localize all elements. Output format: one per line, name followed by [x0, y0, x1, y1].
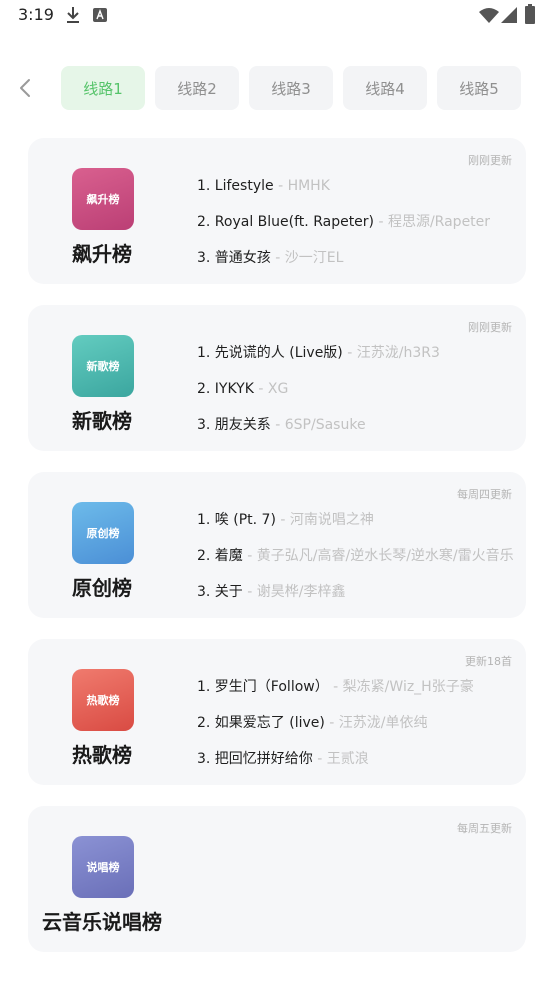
song-title: 1. 唉 (Pt. 7): [197, 512, 276, 528]
song-item[interactable]: 1. Lifestyle - HMHK: [197, 176, 527, 196]
battery-icon: [525, 4, 535, 28]
song-artist: - 河南说唱之神: [275, 512, 374, 528]
song-artist: - 汪苏泷/h3R3: [342, 345, 440, 361]
song-item[interactable]: 2. 着魔 - 黄子弘凡/高睿/逆水长琴/逆水寒/雷火音乐: [197, 546, 527, 566]
update-badge: 更新18首: [465, 655, 512, 668]
song-item[interactable]: 2. Royal Blue(ft. Rapeter) - 程思源/Rapeter: [197, 212, 527, 232]
chart-cover[interactable]: 原创榜: [72, 502, 134, 564]
song-artist: - XG: [253, 381, 289, 397]
cover-label: 飙升榜: [86, 193, 120, 206]
song-item[interactable]: 2. 如果爱忘了 (live) - 汪苏泷/单依纯: [197, 713, 527, 733]
chart-title: 热歌榜: [72, 743, 132, 767]
update-badge: 每周四更新: [457, 488, 512, 501]
status-bar: 3:19: [0, 0, 554, 30]
song-item[interactable]: 1. 罗生门（Follow） - 梨冻紧/Wiz_H张子豪: [197, 677, 527, 697]
song-artist: - 6SP/Sasuke: [270, 417, 366, 433]
song-artist: - 王贰浪: [312, 751, 369, 767]
song-title: 1. 罗生门（Follow）: [197, 679, 329, 695]
tab-route-2[interactable]: 线路2: [155, 66, 239, 110]
chart-card-original[interactable]: 每周四更新 原创榜 原创榜 1. 唉 (Pt. 7) - 河南说唱之神 2. 着…: [28, 472, 526, 618]
song-artist: - 程思源/Rapeter: [374, 214, 491, 230]
chart-card-soaring[interactable]: 刚刚更新 飙升榜 飙升榜 1. Lifestyle - HMHK 2. Roya…: [28, 138, 526, 284]
song-artist: - 汪苏泷/单依纯: [324, 715, 428, 731]
back-arrow-icon[interactable]: [14, 76, 38, 100]
update-badge: 每周五更新: [457, 822, 512, 835]
signal-icon: [501, 7, 517, 27]
song-title: 2. IYKYK: [197, 381, 254, 397]
tab-route-5[interactable]: 线路5: [437, 66, 521, 110]
song-item[interactable]: 1. 先说谎的人 (Live版) - 汪苏泷/h3R3: [197, 343, 527, 363]
update-badge: 刚刚更新: [468, 154, 512, 167]
song-artist: - 谢昊桦/李梓鑫: [242, 584, 346, 600]
song-title: 3. 把回忆拼好给你: [197, 751, 313, 767]
tab-route-4[interactable]: 线路4: [343, 66, 427, 110]
song-item[interactable]: 2. IYKYK - XG: [197, 379, 527, 399]
song-list: 1. 罗生门（Follow） - 梨冻紧/Wiz_H张子豪 2. 如果爱忘了 (…: [197, 677, 527, 785]
song-artist: - 梨冻紧/Wiz_H张子豪: [328, 679, 474, 695]
app-notification-icon: [93, 7, 107, 26]
song-title: 3. 普通女孩: [197, 250, 271, 266]
song-item[interactable]: 1. 唉 (Pt. 7) - 河南说唱之神: [197, 510, 527, 530]
cover-label: 说唱榜: [86, 861, 120, 874]
cover-label: 原创榜: [86, 527, 120, 540]
song-title: 3. 关于: [197, 584, 243, 600]
download-icon: [65, 6, 81, 28]
chart-title: 新歌榜: [72, 409, 132, 433]
tab-route-1[interactable]: 线路1: [61, 66, 145, 110]
song-title: 2. 如果爱忘了 (live): [197, 715, 325, 731]
song-list: 1. Lifestyle - HMHK 2. Royal Blue(ft. Ra…: [197, 176, 527, 284]
song-item[interactable]: 3. 把回忆拼好给你 - 王贰浪: [197, 749, 527, 769]
song-title: 1. 先说谎的人 (Live版): [197, 345, 343, 361]
song-item[interactable]: 3. 关于 - 谢昊桦/李梓鑫: [197, 582, 527, 602]
chart-cover[interactable]: 新歌榜: [72, 335, 134, 397]
song-title: 1. Lifestyle: [197, 178, 274, 194]
chart-title: 飙升榜: [72, 242, 132, 266]
song-title: 2. Royal Blue(ft. Rapeter): [197, 214, 375, 230]
update-badge: 刚刚更新: [468, 321, 512, 334]
tab-route-3[interactable]: 线路3: [249, 66, 333, 110]
cover-label: 热歌榜: [86, 694, 120, 707]
chart-cover[interactable]: 说唱榜: [72, 836, 134, 898]
chart-cover[interactable]: 飙升榜: [72, 168, 134, 230]
chart-cover[interactable]: 热歌榜: [72, 669, 134, 731]
song-artist: - HMHK: [273, 178, 330, 194]
status-time: 3:19: [18, 5, 54, 24]
song-item[interactable]: 3. 朋友关系 - 6SP/Sasuke: [197, 415, 527, 435]
song-list: 1. 先说谎的人 (Live版) - 汪苏泷/h3R3 2. IYKYK - X…: [197, 343, 527, 451]
chart-card-hot-songs[interactable]: 更新18首 热歌榜 热歌榜 1. 罗生门（Follow） - 梨冻紧/Wiz_H…: [28, 639, 526, 785]
wifi-icon: [479, 7, 499, 27]
song-artist: - 沙一汀EL: [270, 250, 344, 266]
chart-card-rap[interactable]: 每周五更新 说唱榜 云音乐说唱榜: [28, 806, 526, 952]
chart-title: 云音乐说唱榜: [42, 910, 162, 934]
song-title: 2. 着魔: [197, 548, 243, 564]
song-item[interactable]: 3. 普通女孩 - 沙一汀EL: [197, 248, 527, 268]
route-tabs: 线路1 线路2 线路3 线路4 线路5: [0, 66, 554, 110]
chart-card-new-songs[interactable]: 刚刚更新 新歌榜 新歌榜 1. 先说谎的人 (Live版) - 汪苏泷/h3R3…: [28, 305, 526, 451]
song-title: 3. 朋友关系: [197, 417, 271, 433]
song-list: 1. 唉 (Pt. 7) - 河南说唱之神 2. 着魔 - 黄子弘凡/高睿/逆水…: [197, 510, 527, 618]
cover-label: 新歌榜: [86, 360, 120, 373]
chart-title: 原创榜: [72, 576, 132, 600]
song-artist: - 黄子弘凡/高睿/逆水长琴/逆水寒/雷火音乐: [242, 548, 514, 564]
